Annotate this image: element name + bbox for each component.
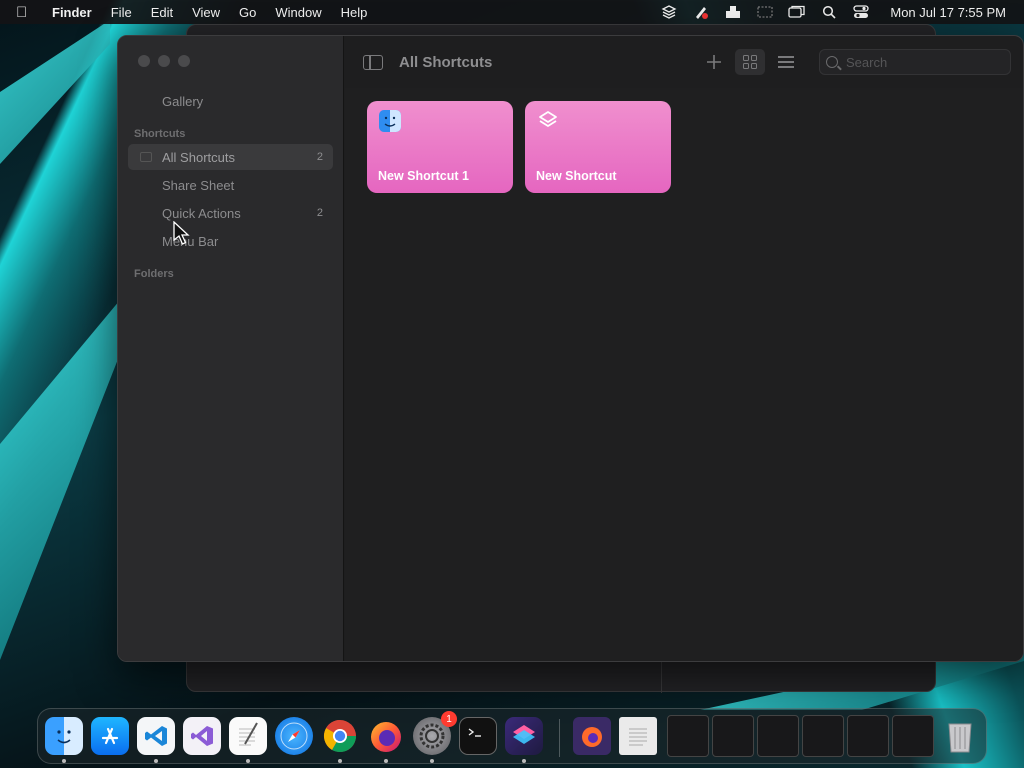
dock-window-thumbnail[interactable] (712, 715, 754, 757)
sidebar-item-all-shortcuts[interactable]: All Shortcuts 2 (128, 144, 333, 170)
user-icon[interactable] (724, 5, 742, 19)
dock-window-thumbnail[interactable] (847, 715, 889, 757)
menu-edit[interactable]: Edit (151, 5, 173, 20)
dock-window-thumbnail[interactable] (757, 715, 799, 757)
dock-textedit-icon[interactable] (229, 717, 267, 755)
dock-firefox-document-icon[interactable] (573, 717, 611, 755)
toolbar-actions (699, 49, 1011, 75)
control-center-icon[interactable] (852, 5, 870, 19)
status-area: Mon Jul 17 7:55 PM (660, 5, 1014, 20)
search-icon[interactable] (820, 5, 838, 19)
shortcut-card[interactable]: New Shortcut (525, 101, 671, 193)
grid-view-button[interactable] (735, 49, 765, 75)
dock-window-thumbnail[interactable] (802, 715, 844, 757)
sidebar-item-share-sheet[interactable]: Share Sheet (128, 172, 333, 198)
sidebar-item-gallery[interactable]: Gallery (162, 94, 203, 109)
zoom-button[interactable] (178, 55, 190, 67)
shortcut-name: New Shortcut (536, 169, 617, 183)
wallpaper-shard (0, 300, 120, 660)
notification-badge: 1 (441, 711, 457, 727)
scripts-icon[interactable] (692, 5, 710, 19)
dock-text-document-icon[interactable] (619, 717, 657, 755)
dock-visual-studio-icon[interactable] (183, 717, 221, 755)
minimize-button[interactable] (158, 55, 170, 67)
toolbar: All Shortcuts (345, 36, 1023, 88)
running-indicator (384, 759, 388, 763)
sidebar-item-quick-actions[interactable]: Quick Actions 2 (128, 200, 333, 226)
running-indicator (246, 759, 250, 763)
sidebar-toggle-icon[interactable] (363, 54, 383, 70)
sidebar-item-menu-bar[interactable]: Menu Bar (128, 228, 333, 254)
menu-bar:  Finder File Edit View Go Window Help M… (0, 0, 1024, 24)
dock-trash-icon[interactable] (941, 717, 979, 755)
mouse-cursor-icon (173, 221, 190, 245)
shortcuts-window: Gallery Shortcuts All Shortcuts 2 Share … (117, 35, 1024, 662)
dock-separator (559, 719, 560, 757)
shortcut-name: New Shortcut 1 (378, 169, 469, 183)
finder-icon (379, 110, 401, 132)
dock: 1 (37, 708, 987, 764)
shortcuts-layers-icon (539, 111, 557, 127)
menu-view[interactable]: View (192, 5, 220, 20)
apple-icon[interactable]:  (16, 4, 34, 21)
search-icon (826, 56, 838, 68)
dock-window-thumbnail[interactable] (667, 715, 709, 757)
dock-firefox-icon[interactable] (367, 717, 405, 755)
wallpaper-shard (0, 20, 110, 164)
dock-safari-icon[interactable] (275, 717, 313, 755)
menu-file[interactable]: File (111, 5, 132, 20)
sidebar-section-folders: Folders (134, 268, 174, 280)
menu-go[interactable]: Go (239, 5, 256, 20)
dock-window-thumbnail[interactable] (892, 715, 934, 757)
menu-window[interactable]: Window (275, 5, 321, 20)
menu-help[interactable]: Help (341, 5, 368, 20)
running-indicator (430, 759, 434, 763)
list-view-button[interactable] (771, 49, 801, 75)
dock-app-store-icon[interactable] (91, 717, 129, 755)
dock-vscode-icon[interactable] (137, 717, 175, 755)
menu-app-name[interactable]: Finder (52, 5, 92, 20)
list-icon (778, 56, 794, 68)
sidebar-item-count: 2 (316, 207, 323, 219)
shortcuts-grid: New Shortcut 1 New Shortcut (345, 88, 1023, 661)
dock-shortcuts-icon[interactable] (505, 717, 543, 755)
running-indicator (522, 759, 526, 763)
dock-system-settings-icon[interactable]: 1 (413, 711, 457, 755)
plus-icon (707, 55, 721, 69)
search-input[interactable] (846, 54, 996, 70)
add-shortcut-button[interactable] (699, 49, 729, 75)
window-icon[interactable] (788, 5, 806, 19)
running-indicator (154, 759, 158, 763)
background-window-divider (661, 661, 662, 693)
running-indicator (62, 759, 66, 763)
screen-icon[interactable] (756, 5, 774, 19)
shortcut-card[interactable]: New Shortcut 1 (367, 101, 513, 193)
sidebar: Gallery Shortcuts All Shortcuts 2 Share … (118, 36, 344, 661)
dock-chrome-icon[interactable] (321, 717, 359, 755)
sidebar-item-label: Share Sheet (162, 177, 235, 193)
sidebar-item-count: 2 (316, 151, 323, 163)
dock-finder-icon[interactable] (45, 717, 83, 755)
running-indicator (338, 759, 342, 763)
shortcuts-icon[interactable] (660, 5, 678, 19)
sidebar-section-shortcuts: Shortcuts (134, 128, 186, 140)
grid-icon (743, 55, 757, 69)
sidebar-item-label: All Shortcuts (162, 149, 235, 165)
grid-square-icon (140, 152, 152, 162)
close-button[interactable] (138, 55, 150, 67)
search-field[interactable] (819, 49, 1011, 75)
sidebar-item-label: Quick Actions (162, 205, 241, 221)
menu-clock[interactable]: Mon Jul 17 7:55 PM (890, 5, 1006, 20)
page-title: All Shortcuts (399, 53, 493, 71)
dock-terminal-icon[interactable] (459, 717, 497, 755)
window-controls (138, 55, 190, 67)
